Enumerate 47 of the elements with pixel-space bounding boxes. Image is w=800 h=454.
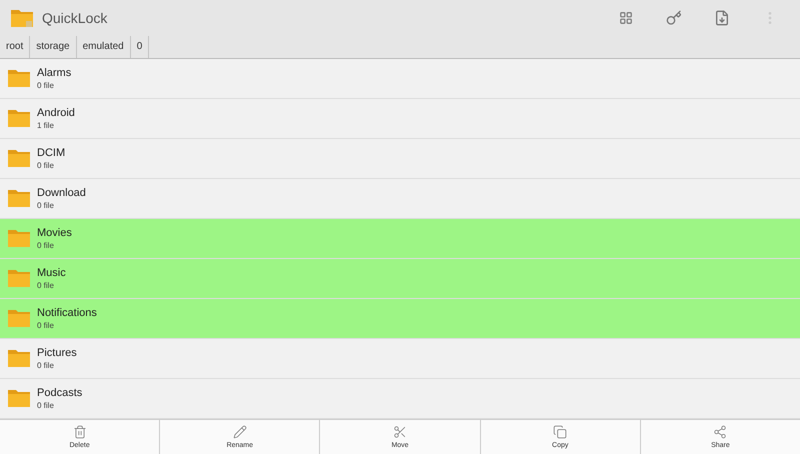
folder-icon	[7, 108, 31, 128]
file-count: 0 file	[37, 400, 55, 410]
folder-icon	[7, 228, 31, 248]
folder-name: DCIM	[37, 146, 66, 159]
breadcrumb[interactable]: root	[0, 36, 30, 58]
folder-icon	[7, 388, 31, 408]
file-count: 0 file	[37, 280, 55, 290]
file-count: 1 file	[37, 120, 55, 130]
folder-row[interactable]: Movies 0 file	[0, 218, 800, 259]
folder-icon	[7, 148, 31, 168]
copy-icon	[553, 424, 568, 439]
folder-row[interactable]: Podcasts 0 file	[0, 378, 800, 419]
breadcrumb[interactable]: storage	[30, 36, 77, 58]
folder-name: Download	[37, 186, 86, 199]
folder-row[interactable]: DCIM 0 file	[0, 138, 800, 179]
folder-row[interactable]: Pictures 0 file	[0, 338, 800, 379]
file-count: 0 file	[37, 160, 55, 170]
scissors-icon	[393, 424, 407, 439]
trash-icon	[72, 424, 87, 439]
folder-row[interactable]: Alarms 0 file	[0, 58, 800, 99]
folder-name: Movies	[37, 226, 72, 239]
file-count: 0 file	[37, 320, 55, 330]
folder-row[interactable]: Music 0 file	[0, 258, 800, 299]
folder-name: Android	[37, 106, 75, 119]
folder-icon	[7, 348, 31, 368]
pencil-icon	[232, 424, 247, 439]
breadcrumb[interactable]: emulated	[76, 36, 131, 58]
folder-icon	[7, 268, 31, 288]
folder-name: Podcasts	[37, 386, 82, 399]
file-count: 0 file	[37, 360, 55, 370]
folder-row[interactable]: Download 0 file	[0, 178, 800, 219]
folder-icon	[7, 188, 31, 208]
folder-icon	[7, 68, 31, 88]
folder-row[interactable]: Android 1 file	[0, 98, 800, 139]
folder-name: Alarms	[37, 66, 72, 79]
app-title: QuickLock	[42, 10, 108, 26]
folder-icon	[7, 308, 31, 328]
folder-name: Pictures	[37, 346, 77, 359]
file-count: 0 file	[37, 240, 55, 250]
file-count: 0 file	[37, 200, 55, 210]
folder-name: Notifications	[37, 306, 97, 319]
breadcrumb[interactable]: 0	[130, 36, 150, 58]
folder-name: Music	[37, 266, 66, 279]
file-count: 0 file	[37, 80, 55, 90]
folder-lock-icon	[10, 8, 34, 28]
share-icon	[713, 424, 728, 439]
folder-row[interactable]: Notifications 0 file	[0, 298, 800, 339]
